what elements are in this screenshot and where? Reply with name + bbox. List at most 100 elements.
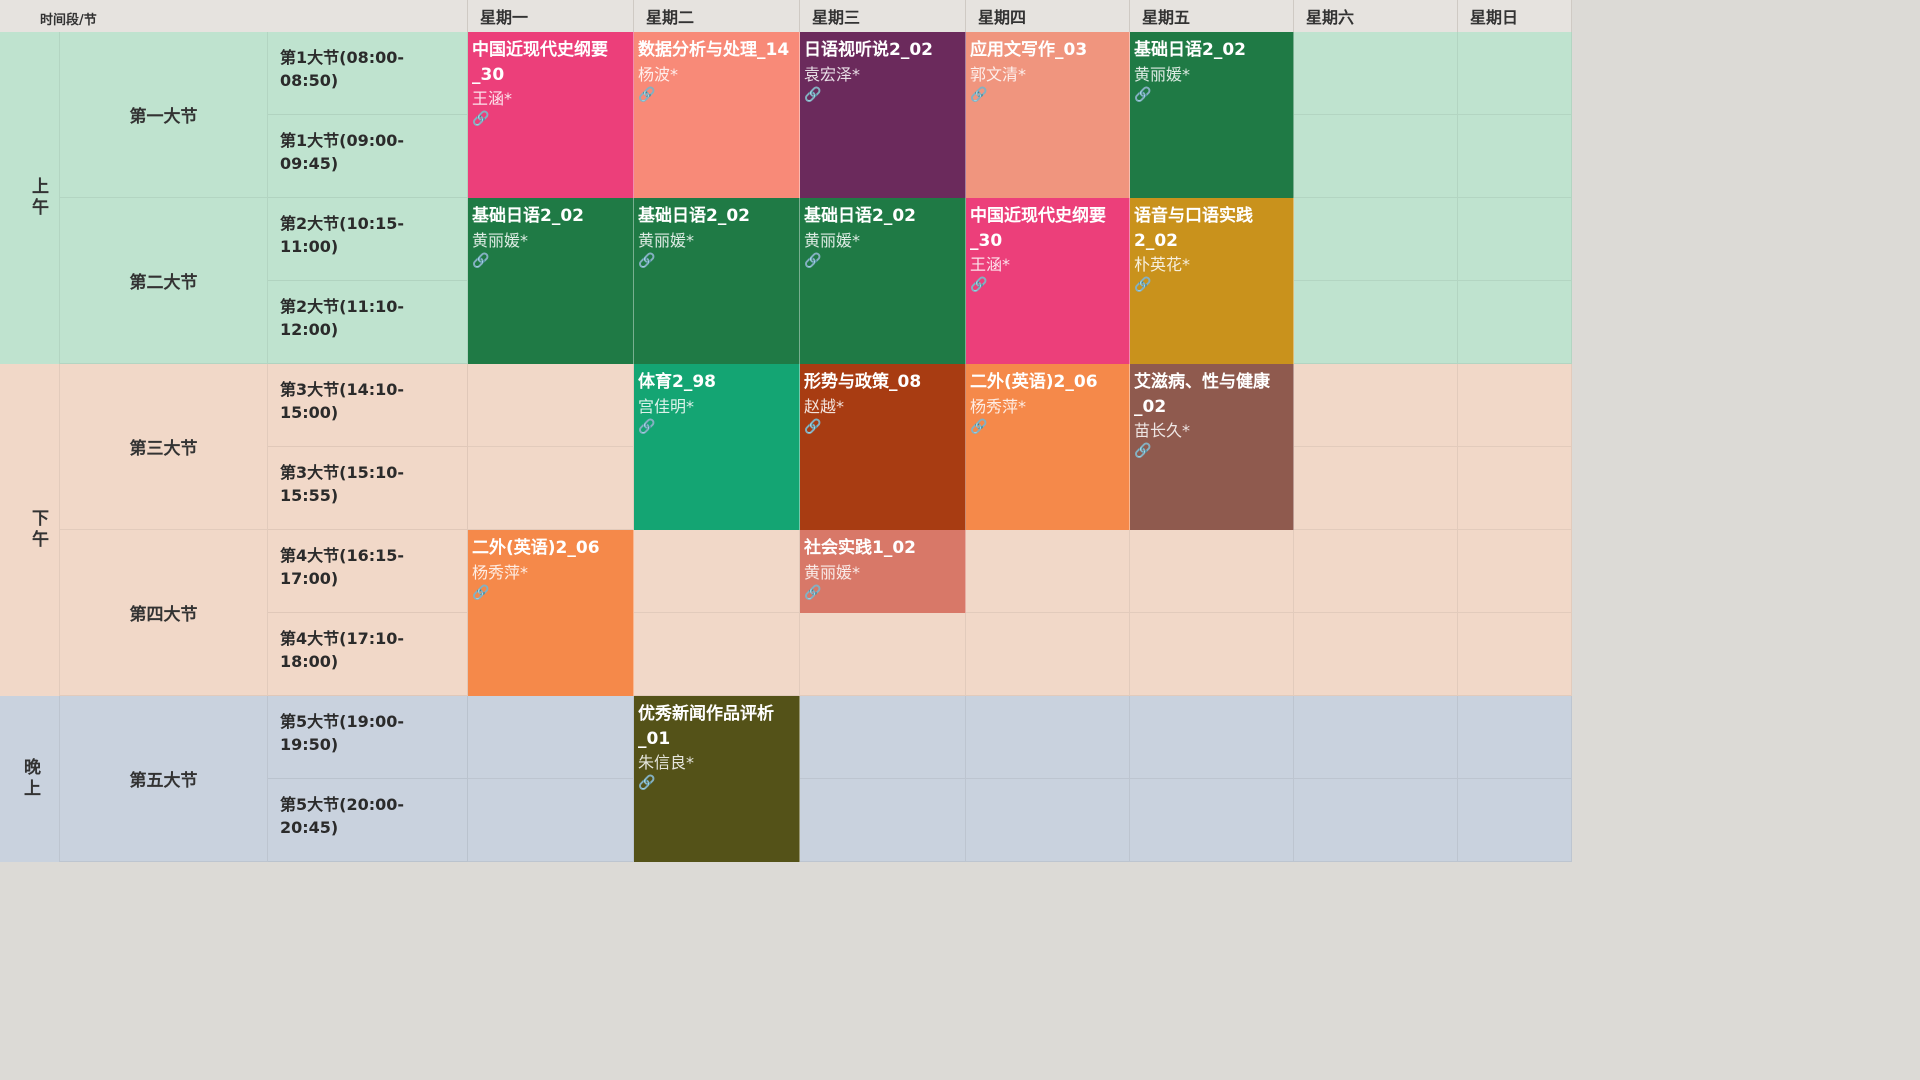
corner-header: 时间段/节 — [0, 0, 468, 32]
link-icon[interactable]: 🔗 — [1134, 443, 1289, 459]
empty-cell[interactable] — [800, 613, 966, 696]
link-icon[interactable]: 🔗 — [638, 87, 795, 103]
course-block[interactable]: 日语视听说2_02 袁宏泽* 🔗 — [800, 32, 966, 198]
course-block[interactable]: 基础日语2_02 黄丽媛* 🔗 — [1130, 32, 1294, 198]
empty-cell[interactable] — [468, 447, 634, 530]
course-block[interactable]: 形势与政策_08 赵越* 🔗 — [800, 364, 966, 530]
empty-cell[interactable] — [1458, 364, 1572, 447]
empty-cell[interactable] — [1130, 530, 1294, 613]
empty-cell[interactable] — [1294, 779, 1458, 862]
link-icon[interactable]: 🔗 — [638, 419, 795, 435]
link-icon[interactable]: 🔗 — [472, 253, 629, 269]
link-icon[interactable]: 🔗 — [804, 419, 961, 435]
empty-cell[interactable] — [1130, 779, 1294, 862]
timetable-grid: 时间段/节 星期一 星期二 星期三 星期四 星期五 星期六 星期日 上午 下午 … — [0, 0, 1572, 882]
course-block[interactable]: 二外(英语)2_06 杨秀萍* 🔗 — [966, 364, 1130, 530]
edge-strip — [0, 364, 18, 696]
link-icon[interactable]: 🔗 — [970, 419, 1125, 435]
empty-cell[interactable] — [1294, 696, 1458, 779]
empty-cell[interactable] — [1294, 198, 1458, 281]
course-block[interactable]: 二外(英语)2_06 杨秀萍* 🔗 — [468, 530, 634, 696]
empty-cell[interactable] — [1294, 115, 1458, 198]
course-block[interactable]: 优秀新闻作品评析_01 朱信良* 🔗 — [634, 696, 800, 862]
course-title: 社会实践1_02 — [804, 538, 916, 558]
course-title: 应用文写作_03 — [970, 40, 1088, 60]
course-teacher: 黄丽媛* — [804, 230, 861, 250]
course-block[interactable]: 应用文写作_03 郭文清* 🔗 — [966, 32, 1130, 198]
course-title: 体育2_98 — [638, 372, 716, 392]
link-icon[interactable]: 🔗 — [1134, 87, 1289, 103]
course-title: 优秀新闻作品评析_01 — [638, 704, 774, 749]
day-header-thu: 星期四 — [966, 0, 1130, 32]
course-block[interactable]: 体育2_98 宫佳明* 🔗 — [634, 364, 800, 530]
period-label-afternoon: 下午 — [18, 364, 60, 696]
day-header-mon: 星期一 — [468, 0, 634, 32]
course-title: 基础日语2_02 — [472, 206, 584, 226]
course-teacher: 袁宏泽* — [804, 64, 861, 84]
course-block[interactable]: 数据分析与处理_14 杨波* 🔗 — [634, 32, 800, 198]
empty-cell[interactable] — [1294, 530, 1458, 613]
slot-time-label: 第3大节(15:10- 15:55) — [268, 447, 468, 530]
course-teacher: 朴英花* — [1134, 255, 1191, 275]
empty-cell[interactable] — [1458, 198, 1572, 281]
edge-strip — [0, 32, 18, 364]
empty-cell[interactable] — [634, 530, 800, 613]
empty-cell[interactable] — [800, 696, 966, 779]
period-label-morning: 上午 — [18, 32, 60, 364]
empty-cell[interactable] — [1458, 613, 1572, 696]
empty-cell[interactable] — [1458, 779, 1572, 862]
section-label: 第三大节 — [60, 364, 268, 530]
course-block[interactable]: 中国近现代史纲要_30 王涵* 🔗 — [966, 198, 1130, 364]
section-label: 第四大节 — [60, 530, 268, 696]
empty-cell[interactable] — [1458, 281, 1572, 364]
empty-cell[interactable] — [1458, 530, 1572, 613]
empty-cell[interactable] — [1294, 447, 1458, 530]
empty-cell[interactable] — [800, 779, 966, 862]
empty-cell[interactable] — [468, 364, 634, 447]
empty-cell[interactable] — [1294, 32, 1458, 115]
empty-cell[interactable] — [1458, 32, 1572, 115]
empty-cell[interactable] — [1294, 281, 1458, 364]
course-block[interactable]: 基础日语2_02 黄丽媛* 🔗 — [634, 198, 800, 364]
course-block[interactable]: 基础日语2_02 黄丽媛* 🔗 — [468, 198, 634, 364]
course-block[interactable]: 艾滋病、性与健康_02 苗长久* 🔗 — [1130, 364, 1294, 530]
link-icon[interactable]: 🔗 — [638, 775, 795, 791]
empty-cell[interactable] — [468, 696, 634, 779]
day-header-fri: 星期五 — [1130, 0, 1294, 32]
empty-cell[interactable] — [468, 779, 634, 862]
empty-cell[interactable] — [634, 613, 800, 696]
slot-time-label: 第1大节(09:00- 09:45) — [268, 115, 468, 198]
empty-cell[interactable] — [1130, 696, 1294, 779]
link-icon[interactable]: 🔗 — [638, 253, 795, 269]
course-block[interactable]: 基础日语2_02 黄丽媛* 🔗 — [800, 198, 966, 364]
slot-time-label: 第5大节(20:00- 20:45) — [268, 779, 468, 862]
course-block[interactable]: 中国近现代史纲要_30 王涵* 🔗 — [468, 32, 634, 198]
link-icon[interactable]: 🔗 — [472, 585, 629, 601]
course-teacher: 黄丽媛* — [638, 230, 695, 250]
link-icon[interactable]: 🔗 — [804, 253, 961, 269]
course-block[interactable]: 语音与口语实践2_02 朴英花* 🔗 — [1130, 198, 1294, 364]
empty-cell[interactable] — [1458, 696, 1572, 779]
day-header-sat: 星期六 — [1294, 0, 1458, 32]
link-icon[interactable]: 🔗 — [970, 87, 1125, 103]
empty-cell[interactable] — [966, 613, 1130, 696]
empty-cell[interactable] — [966, 779, 1130, 862]
empty-cell[interactable] — [1294, 364, 1458, 447]
course-title: 中国近现代史纲要_30 — [970, 206, 1106, 251]
empty-cell[interactable] — [1294, 613, 1458, 696]
course-block[interactable]: 社会实践1_02 黄丽媛* 🔗 — [800, 530, 966, 613]
link-icon[interactable]: 🔗 — [1134, 277, 1289, 293]
day-header-sun: 星期日 — [1458, 0, 1572, 32]
course-teacher: 苗长久* — [1134, 421, 1191, 441]
course-title: 二外(英语)2_06 — [472, 538, 600, 558]
empty-cell[interactable] — [966, 696, 1130, 779]
empty-cell[interactable] — [966, 530, 1130, 613]
link-icon[interactable]: 🔗 — [970, 277, 1125, 293]
empty-cell[interactable] — [1458, 115, 1572, 198]
empty-cell[interactable] — [1130, 613, 1294, 696]
link-icon[interactable]: 🔗 — [472, 111, 629, 127]
empty-cell[interactable] — [1458, 447, 1572, 530]
link-icon[interactable]: 🔗 — [804, 585, 961, 601]
link-icon[interactable]: 🔗 — [804, 87, 961, 103]
section-label: 第二大节 — [60, 198, 268, 364]
